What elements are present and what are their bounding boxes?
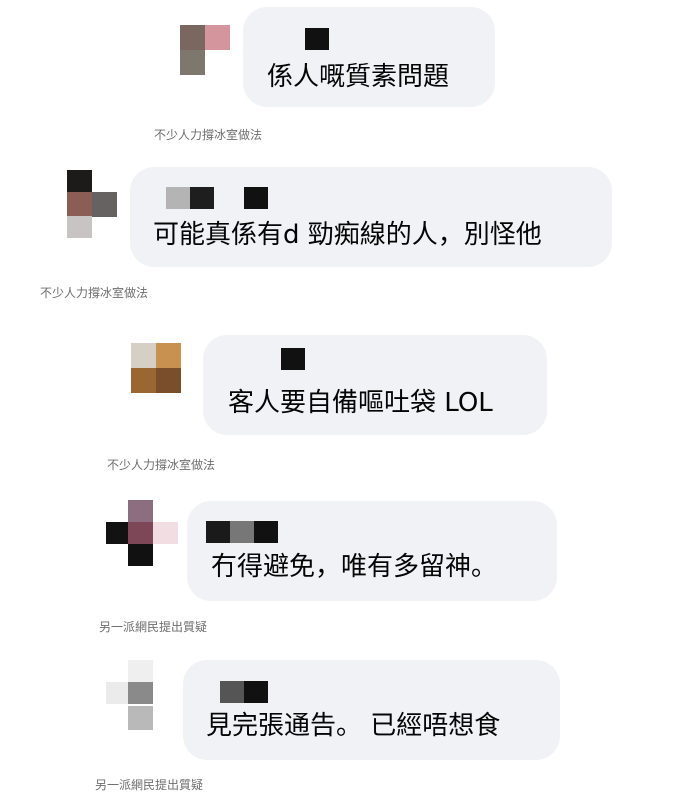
comment-text: 見完張通告。 已經唔想食	[206, 711, 501, 741]
caption: 不少人力撐冰室做法	[107, 458, 216, 472]
avatar[interactable]	[180, 25, 230, 78]
comment-bubble: 客人要自備嘔吐袋 LOL	[203, 335, 547, 435]
comment-text: 係人嘅質素問題	[267, 62, 450, 92]
caption: 另一派網民提出質疑	[99, 620, 208, 634]
comment-text: 可能真係有d 勁痴線的人，別怪他	[153, 220, 542, 250]
commenter-name[interactable]	[281, 348, 305, 370]
comment-text: 客人要自備嘔吐袋 LOL	[228, 388, 493, 418]
comment-bubble: 見完張通告。 已經唔想食	[183, 660, 560, 760]
comment-bubble: 可能真係有d 勁痴線的人，別怪他	[130, 167, 612, 267]
commenter-name[interactable]	[305, 28, 329, 50]
avatar[interactable]	[106, 660, 156, 732]
avatar[interactable]	[106, 500, 178, 566]
caption: 不少人力撐冰室做法	[154, 128, 263, 142]
commenter-name[interactable]	[206, 521, 278, 543]
comment-bubble: 係人嘅質素問題	[243, 7, 495, 107]
avatar[interactable]	[67, 170, 117, 238]
comment-text: 冇得避免，唯有多留神。	[211, 552, 498, 582]
caption: 不少人力撐冰室做法	[40, 286, 149, 300]
comment-bubble: 冇得避免，唯有多留神。	[187, 501, 557, 601]
caption: 另一派網民提出質疑	[95, 778, 204, 792]
avatar[interactable]	[131, 343, 181, 393]
commenter-name[interactable]	[220, 681, 268, 703]
commenter-name[interactable]	[166, 187, 268, 209]
